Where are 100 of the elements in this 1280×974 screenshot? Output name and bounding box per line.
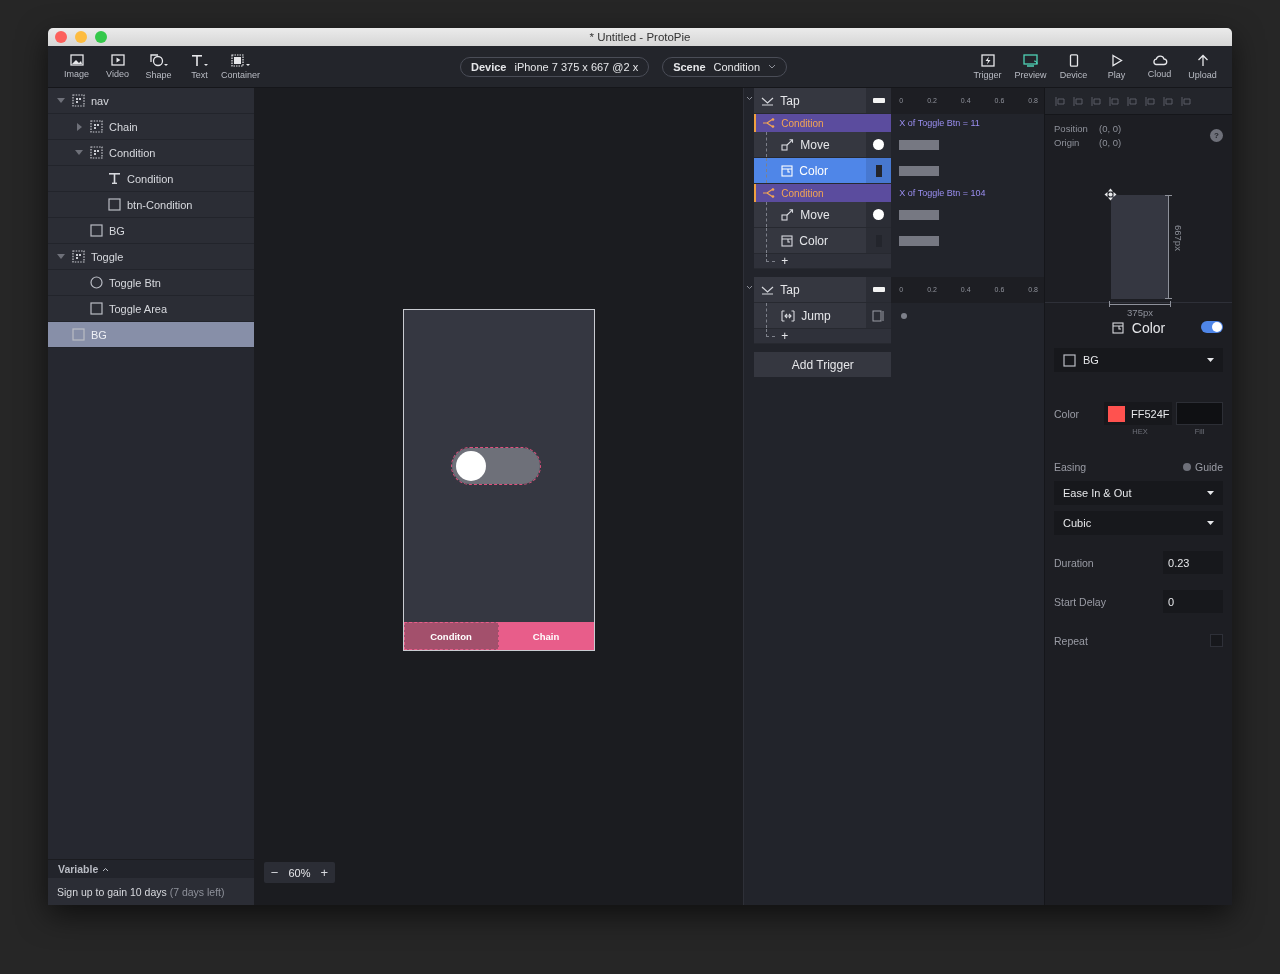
- zoom-level: 60%: [288, 866, 311, 879]
- easing-label: Easing: [1054, 461, 1088, 473]
- group-icon: [90, 120, 103, 133]
- timeline-bar[interactable]: [899, 236, 940, 246]
- play-icon: [1110, 53, 1123, 67]
- guide-link[interactable]: Guide: [1183, 461, 1223, 473]
- toolbar-button[interactable]: Upload: [1181, 51, 1224, 82]
- layer-item[interactable]: Condition: [48, 140, 254, 166]
- group-icon: [90, 146, 103, 159]
- start-delay-label: Start Delay: [1054, 595, 1107, 608]
- toolbar-button[interactable]: Text: [179, 51, 220, 82]
- align-icon: [1181, 95, 1192, 107]
- signup-message: Sign up to gain 10 days (7 days left): [57, 885, 225, 898]
- color-chip: [875, 164, 882, 177]
- video-icon: [110, 53, 125, 66]
- layer-item[interactable]: Condition: [48, 166, 254, 192]
- layer-item[interactable]: Toggle Area: [48, 296, 254, 322]
- bar-icon: [872, 98, 885, 103]
- position-label: Position: [1054, 123, 1089, 134]
- toolbar-button[interactable]: Trigger: [966, 51, 1009, 82]
- condition-row[interactable]: Condition: [754, 184, 892, 202]
- group-icon: [72, 250, 85, 263]
- cloud-icon: [1151, 53, 1168, 66]
- frame-icon: [871, 309, 886, 322]
- expanded-arrow-icon: [75, 150, 83, 155]
- bar-icon: [872, 287, 885, 292]
- layer-item[interactable]: BG: [48, 218, 254, 244]
- toolbar-button[interactable]: Preview: [1009, 51, 1052, 82]
- align-icon: [1163, 95, 1174, 107]
- chevron-down-icon: [768, 64, 777, 69]
- tap-icon: [761, 95, 775, 106]
- duration-field[interactable]: 0.23: [1163, 551, 1223, 574]
- timeline-bar[interactable]: [899, 210, 940, 220]
- tap-icon: [761, 284, 775, 295]
- align-icon: [1091, 95, 1102, 107]
- rectangle-icon: [90, 224, 103, 237]
- target-dropdown[interactable]: BG: [1054, 348, 1223, 372]
- color-icon: [781, 234, 794, 247]
- toolbar-button[interactable]: Cloud: [1138, 51, 1181, 82]
- jump-icon: [781, 309, 796, 322]
- expanded-arrow-icon: [57, 98, 65, 103]
- toolbar-button[interactable]: Device: [1052, 51, 1095, 82]
- add-response-button[interactable]: +: [781, 329, 789, 343]
- toolbar-button[interactable]: Play: [1095, 51, 1138, 82]
- image-icon: [69, 53, 84, 66]
- align-icon: [1109, 95, 1120, 107]
- trigger-row[interactable]: Tap: [754, 88, 892, 114]
- variable-header[interactable]: Variable: [58, 863, 99, 875]
- response-row[interactable]: Color: [754, 158, 892, 184]
- color-swatch[interactable]: [1108, 405, 1125, 422]
- collapsed-arrow-icon: [76, 122, 82, 131]
- expanded-arrow-icon: [57, 254, 65, 259]
- layer-item[interactable]: Chain: [48, 114, 254, 140]
- enable-switch[interactable]: [1201, 321, 1223, 333]
- repeat-checkbox[interactable]: [1210, 634, 1223, 647]
- rectangle-icon: [90, 302, 103, 315]
- chevron-up-icon: [102, 866, 110, 872]
- origin-value: (0, 0): [1099, 137, 1123, 148]
- caret-icon: [1207, 521, 1214, 525]
- toolbar-button[interactable]: Video: [97, 51, 138, 82]
- response-row[interactable]: Jump: [754, 303, 892, 329]
- toggle-switch[interactable]: [451, 448, 540, 484]
- layer-item[interactable]: btn-Condition: [48, 192, 254, 218]
- fill-field[interactable]: [1176, 402, 1223, 425]
- add-trigger-button[interactable]: Add Trigger: [754, 352, 892, 377]
- close-button[interactable]: [55, 31, 67, 43]
- condition-row[interactable]: Condition: [754, 114, 892, 132]
- toolbar-button[interactable]: Image: [56, 51, 97, 82]
- width-dimension-line: [1109, 301, 1171, 307]
- toolbar-button[interactable]: Container: [220, 51, 261, 82]
- caret-icon: [1207, 491, 1214, 495]
- align-icon: [1073, 95, 1084, 107]
- layer-item[interactable]: Toggle Btn: [48, 270, 254, 296]
- start-delay-field[interactable]: 0: [1163, 590, 1223, 613]
- response-row[interactable]: Color: [754, 228, 892, 254]
- timeline-bar[interactable]: [899, 166, 940, 176]
- rectangle-icon: [108, 198, 121, 211]
- layer-item[interactable]: Toggle: [48, 244, 254, 270]
- zoom-out-button[interactable]: −: [270, 865, 279, 880]
- zoom-in-button[interactable]: +: [320, 865, 328, 880]
- container-icon: [230, 53, 251, 67]
- toolbar-button[interactable]: Shape: [138, 51, 179, 82]
- curve-dropdown[interactable]: Cubic: [1054, 511, 1223, 535]
- trigger-row[interactable]: Tap: [754, 277, 892, 303]
- timeline-bar[interactable]: [899, 140, 940, 150]
- response-row[interactable]: Move: [754, 202, 892, 228]
- layer-item[interactable]: nav: [48, 88, 254, 114]
- branch-icon: [762, 118, 776, 128]
- text-icon: [190, 53, 209, 67]
- response-row[interactable]: Move: [754, 132, 892, 158]
- hex-field[interactable]: FF524F: [1104, 402, 1172, 425]
- nav-tab[interactable]: Conditon: [403, 622, 499, 650]
- add-response-button[interactable]: +: [781, 254, 789, 268]
- keyframe-dot[interactable]: [901, 313, 908, 319]
- align-icon: [1127, 95, 1138, 107]
- easing-dropdown[interactable]: Ease In & Out: [1054, 481, 1223, 505]
- window-title: * Untitled - ProtoPie: [589, 31, 691, 43]
- align-icon: [1145, 95, 1156, 107]
- condition-expression: X of Toggle Btn = 104: [899, 188, 986, 198]
- color-icon: [781, 164, 794, 177]
